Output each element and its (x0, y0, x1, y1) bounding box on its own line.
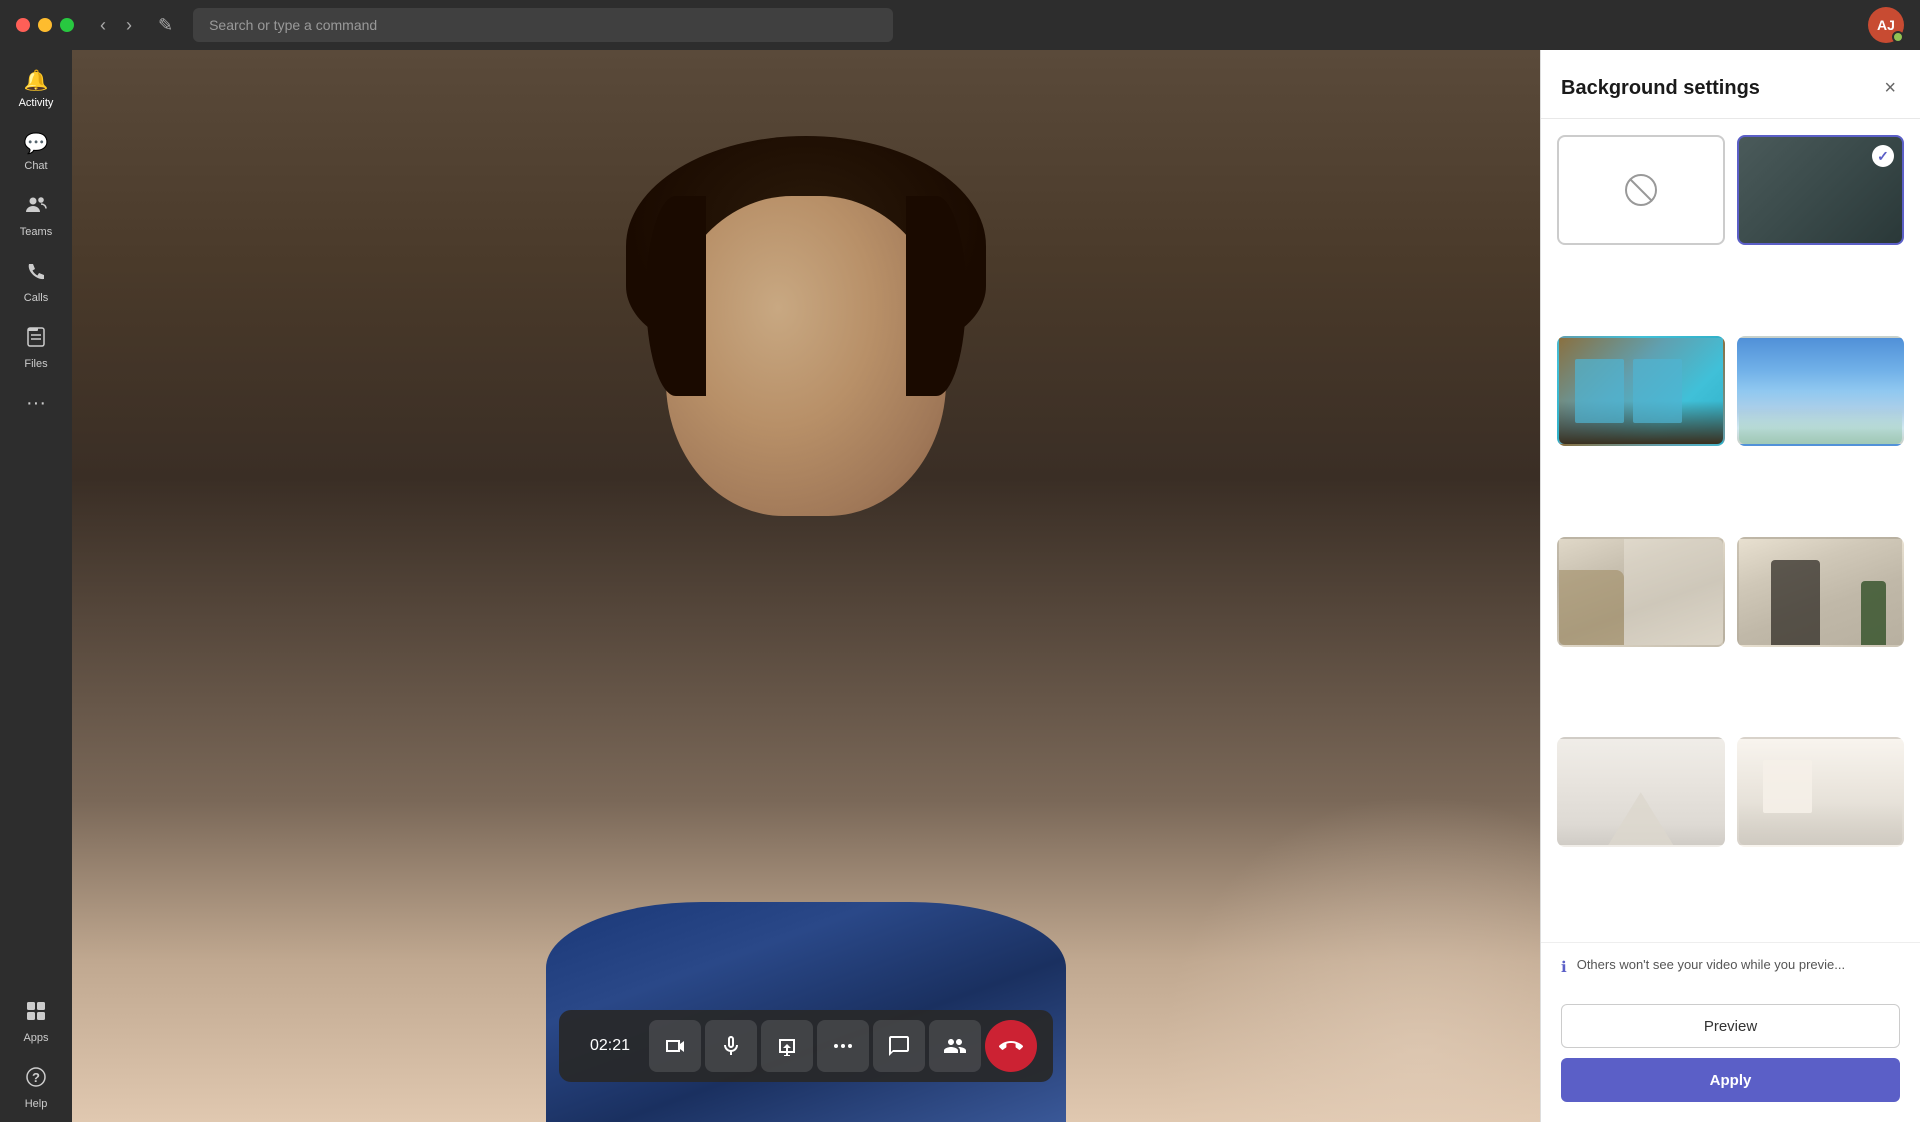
sidebar-item-chat[interactable]: 💬 Chat (0, 121, 72, 182)
sidebar-item-label: Calls (24, 292, 48, 304)
end-call-button[interactable] (985, 1020, 1037, 1072)
bg-option-minimal-stairs[interactable] (1557, 737, 1725, 847)
chat-icon: 💬 (24, 131, 49, 156)
sidebar-item-calls[interactable]: Calls (0, 250, 72, 314)
maximize-window-button[interactable] (60, 18, 74, 32)
svg-text:?: ? (32, 1070, 40, 1085)
panel-title: Background settings (1561, 77, 1760, 100)
video-background (72, 50, 1540, 1122)
sidebar-item-label: Files (24, 358, 47, 370)
presence-badge (1892, 31, 1904, 43)
help-icon: ? (25, 1066, 47, 1094)
share-screen-button[interactable] (761, 1020, 813, 1072)
bg-option-none[interactable] (1557, 135, 1725, 245)
preview-button[interactable]: Preview (1561, 1004, 1900, 1048)
video-area: 02:21 (72, 50, 1540, 1122)
sidebar-item-activity[interactable]: 🔔 Activity (0, 58, 72, 119)
video-container: 02:21 (72, 50, 1540, 1122)
calls-icon (25, 260, 47, 288)
back-button[interactable]: ‹ (94, 11, 112, 40)
selected-checkmark: ✓ (1872, 145, 1894, 167)
sidebar-item-label: Teams (20, 226, 52, 238)
apps-icon (25, 1000, 47, 1028)
people-button[interactable] (929, 1020, 981, 1072)
info-text: Others won't see your video while you pr… (1577, 957, 1845, 972)
activity-icon: 🔔 (24, 68, 49, 93)
traffic-lights (16, 18, 74, 32)
minimize-window-button[interactable] (38, 18, 52, 32)
sidebar: 🔔 Activity 💬 Chat Teams Calls (0, 50, 72, 1122)
mic-button[interactable] (705, 1020, 757, 1072)
bg-option-modern-interior[interactable] (1557, 537, 1725, 647)
panel-header: Background settings × (1541, 50, 1920, 119)
avatar[interactable]: AJ (1868, 7, 1904, 43)
bg-option-interior1[interactable] (1557, 336, 1725, 446)
more-options-button[interactable] (817, 1020, 869, 1072)
sidebar-item-label: Chat (24, 160, 47, 172)
sidebar-item-apps[interactable]: Apps (0, 990, 72, 1054)
nav-buttons: ‹ › (94, 11, 138, 40)
close-window-button[interactable] (16, 18, 30, 32)
search-placeholder: Search or type a command (209, 17, 377, 33)
background-options-grid: ✓ (1541, 119, 1920, 942)
chat-button[interactable] (873, 1020, 925, 1072)
background-settings-panel: Background settings × ✓ (1540, 50, 1920, 1122)
action-buttons: Preview Apply (1541, 990, 1920, 1122)
bg-option-dark[interactable]: ✓ (1737, 135, 1905, 245)
sidebar-item-label: Activity (19, 97, 54, 109)
sidebar-item-help[interactable]: ? Help (0, 1056, 72, 1120)
sidebar-item-files[interactable]: Files (0, 316, 72, 380)
sidebar-item-more[interactable]: ··· (0, 382, 72, 425)
apply-button[interactable]: Apply (1561, 1058, 1900, 1102)
sidebar-item-label: Help (25, 1098, 48, 1110)
forward-button[interactable]: › (120, 11, 138, 40)
close-panel-button[interactable]: × (1880, 74, 1900, 102)
search-bar[interactable]: Search or type a command (193, 8, 893, 42)
camera-button[interactable] (649, 1020, 701, 1072)
titlebar: ‹ › ✎ Search or type a command AJ (0, 0, 1920, 50)
more-icon: ··· (26, 392, 46, 415)
teams-icon (25, 194, 47, 222)
compose-button[interactable]: ✎ (150, 11, 181, 40)
sidebar-item-label: Apps (23, 1032, 48, 1044)
info-bar: ℹ Others won't see your video while you … (1541, 942, 1920, 990)
call-timer: 02:21 (575, 1029, 645, 1063)
files-icon (25, 326, 47, 354)
bg-option-minimal-room[interactable] (1737, 737, 1905, 847)
bg-option-outdoor[interactable] (1737, 336, 1905, 446)
avatar-initials: AJ (1877, 17, 1895, 33)
bg-option-dark-office[interactable] (1737, 537, 1905, 647)
info-icon: ℹ (1561, 958, 1567, 976)
sidebar-item-teams[interactable]: Teams (0, 184, 72, 248)
call-controls: 02:21 (559, 1010, 1053, 1082)
